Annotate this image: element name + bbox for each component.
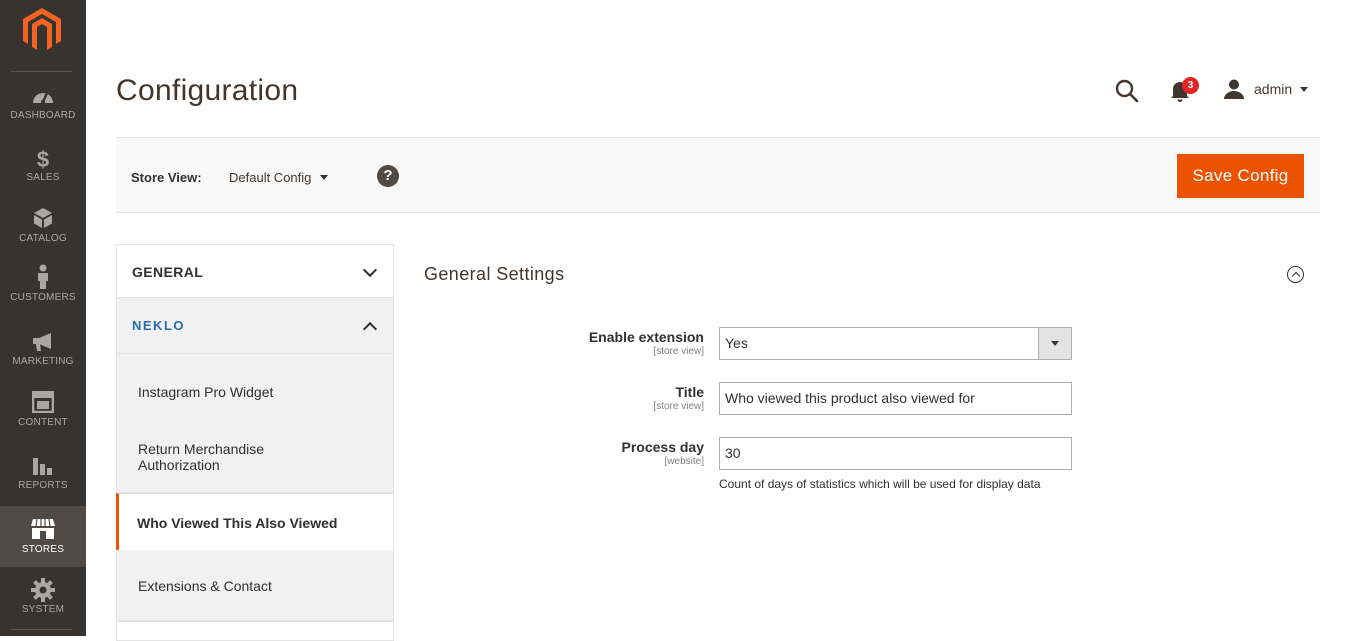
admin-sidebar: DASHBOARD $ SALES CATALOG CUSTOMERS MARK…: [0, 0, 86, 636]
store-view-dropdown[interactable]: Default Config: [229, 170, 329, 185]
section-title[interactable]: General Settings: [424, 264, 564, 285]
title-label: Title: [675, 384, 704, 400]
chevron-down-icon: [1038, 328, 1071, 359]
neklo-logo: NEKLO: [132, 318, 185, 333]
process-day-value: 30: [725, 445, 741, 461]
chevron-down-icon: [1300, 86, 1309, 92]
nav-item-sales[interactable]: $ SALES: [0, 146, 86, 208]
nav-label-catalog: CATALOG: [19, 233, 67, 244]
svg-text:$: $: [37, 147, 49, 170]
nav-label-customers: CUSTOMERS: [10, 292, 76, 303]
store-switcher-bar: Store View: Default Config ? Save Config: [116, 137, 1320, 213]
user-account-menu[interactable]: admin: [1224, 78, 1309, 100]
chevron-up-icon: [362, 321, 378, 337]
nav-item-stores[interactable]: STORES: [0, 506, 86, 567]
cube-icon: [34, 208, 52, 228]
process-day-note: Count of days of statistics which will b…: [719, 477, 1041, 491]
process-day-label: Process day: [621, 439, 705, 455]
nav-label-content: CONTENT: [18, 417, 68, 428]
nav-label-stores: STORES: [21, 544, 65, 555]
tab-item-extensions-contact[interactable]: Extensions & Contact: [116, 550, 394, 621]
dashboard-icon: [33, 92, 53, 104]
person-icon: [38, 264, 48, 289]
bar-chart-icon: [33, 458, 52, 475]
help-icon[interactable]: ?: [377, 165, 399, 187]
nav-label-sales: SALES: [26, 172, 60, 183]
nav-label-system: SYSTEM: [21, 604, 65, 615]
magento-logo-icon[interactable]: [22, 8, 62, 52]
search-icon[interactable]: [1114, 78, 1140, 104]
nav-item-catalog[interactable]: CATALOG: [0, 207, 86, 269]
tab-general-label: GENERAL: [132, 264, 204, 280]
nav-label-reports: REPORTS: [18, 480, 68, 491]
nav-divider: [11, 629, 72, 630]
nav-item-system[interactable]: SYSTEM: [0, 578, 86, 640]
nav-item-customers[interactable]: CUSTOMERS: [0, 264, 86, 326]
tab-item-label: Instagram Pro Widget: [138, 384, 274, 400]
title-value: Who viewed this product also viewed for: [725, 390, 975, 406]
tab-item-label: Return Merchandise Authorization: [138, 441, 265, 473]
page-title: Configuration: [116, 74, 299, 107]
chevron-down-icon: [320, 175, 329, 180]
store-icon: [31, 518, 55, 539]
tab-item-label: Who Viewed This Also Viewed: [137, 515, 338, 531]
collapse-section-icon[interactable]: [1287, 266, 1304, 283]
nav-item-marketing[interactable]: MARKETING: [0, 332, 86, 394]
nav-item-dashboard[interactable]: DASHBOARD: [0, 86, 86, 148]
nav-item-content[interactable]: CONTENT: [0, 391, 86, 453]
tab-item-who-viewed[interactable]: Who Viewed This Also Viewed: [116, 493, 394, 551]
user-name: admin: [1254, 81, 1293, 97]
nav-label-marketing: MARKETING: [12, 356, 74, 367]
tab-neklo[interactable]: NEKLO: [116, 297, 394, 354]
nav-divider: [11, 71, 72, 72]
nav-label-dashboard: DASHBOARD: [10, 110, 76, 121]
notification-count-badge: 3: [1182, 77, 1199, 94]
user-icon: [1224, 79, 1244, 99]
save-config-button[interactable]: Save Config: [1177, 154, 1304, 198]
dollar-icon: $: [37, 147, 49, 170]
process-day-scope: [website]: [664, 456, 704, 467]
title-input[interactable]: Who viewed this product also viewed for: [719, 382, 1072, 415]
tab-general[interactable]: GENERAL: [116, 244, 394, 298]
tab-item-rma[interactable]: Return Merchandise Authorization: [116, 411, 394, 493]
tab-next[interactable]: [116, 621, 394, 641]
tab-item-instagram-pro-widget[interactable]: Instagram Pro Widget: [116, 354, 394, 411]
store-view-label: Store View:: [131, 170, 202, 185]
enable-extension-value: Yes: [725, 335, 748, 351]
chevron-down-icon: [362, 262, 378, 278]
layout-icon: [32, 391, 54, 413]
enable-extension-scope: [store view]: [653, 346, 704, 357]
megaphone-icon: [33, 333, 51, 351]
enable-extension-select[interactable]: Yes: [719, 327, 1072, 360]
title-scope: [store view]: [653, 401, 704, 412]
tab-item-label: Extensions & Contact: [138, 578, 272, 594]
store-view-selected: Default Config: [229, 170, 312, 185]
process-day-input[interactable]: 30: [719, 437, 1072, 470]
enable-extension-label: Enable extension: [588, 329, 704, 345]
gear-icon: [31, 578, 55, 602]
config-tabs: GENERAL NEKLO Instagram Pro Widget Retur…: [116, 244, 394, 641]
